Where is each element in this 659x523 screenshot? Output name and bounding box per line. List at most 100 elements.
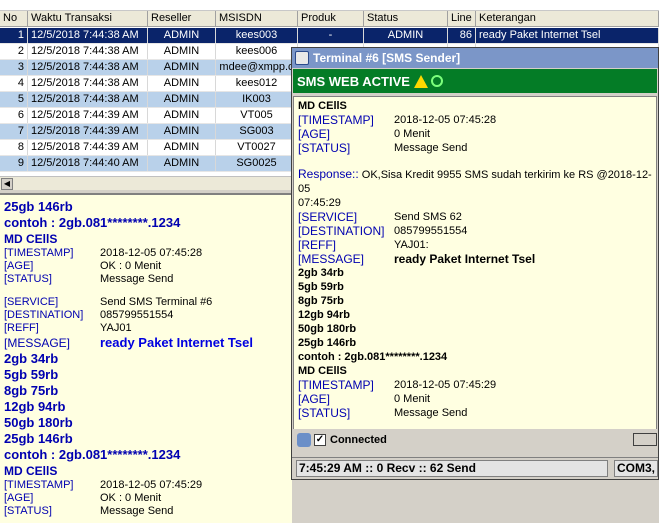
column-header-reseller[interactable]: Reseller (148, 11, 216, 27)
log-timestamp-row: [TIMESTAMP] 2018-12-05 07:45:28 (4, 247, 288, 260)
package-line: contoh : 2gb.081********.1234 (4, 447, 181, 462)
cell-reseller: ADMIN (148, 76, 216, 91)
terminal-age-row: [AGE] 0 Menit (298, 127, 652, 141)
cell-waktu: 12/5/2018 7:44:39 AM (28, 108, 148, 123)
status-label: [STATUS] (4, 273, 52, 285)
age-label: [AGE] (4, 260, 34, 272)
package-line: 2gb 34rb (4, 351, 59, 366)
log-message-row: [MESSAGE] ready Paket Internet Tsel (4, 335, 288, 351)
timestamp-value: 2018-12-05 07:45:29 (394, 379, 497, 391)
banner-text: SMS WEB ACTIVE (297, 73, 410, 89)
terminal-destination-row: [DESTINATION] 085799551554 (298, 224, 652, 238)
column-header-keterangan[interactable]: Keterangan (476, 11, 659, 27)
connection-plug-icon (297, 433, 311, 447)
table-row[interactable]: 1 12/5/2018 7:44:38 AM ADMIN kees003 - A… (0, 28, 659, 44)
destination-value: 085799551554 (100, 309, 174, 321)
terminal-response-cont: 07:45:29 (298, 197, 341, 209)
cell-reseller: ADMIN (148, 108, 216, 123)
terminal-timestamp-row: [TIMESTAMP] 2018-12-05 07:45:29 (298, 378, 652, 392)
column-header-line[interactable]: Line (448, 11, 476, 27)
refresh-icon[interactable] (430, 75, 443, 87)
status-value: Message Send (394, 142, 468, 154)
terminal-status-bar: 7:45:29 AM :: 0 Recv :: 62 Send COM3, 9 (292, 457, 658, 479)
timestamp-label: [TIMESTAMP] (298, 113, 374, 127)
message-log[interactable]: 25gb 146rb contoh : 2gb.081********.1234… (0, 193, 292, 523)
reff-value: YAJ01: (394, 239, 429, 251)
cell-waktu: 12/5/2018 7:44:39 AM (28, 124, 148, 139)
message-label: [MESSAGE] (298, 252, 365, 266)
cell-waktu: 12/5/2018 7:44:38 AM (28, 44, 148, 59)
age-label: [AGE] (298, 127, 331, 141)
log-md-title: MD CEllS (4, 464, 58, 478)
package-line: 5gb 59rb (4, 367, 59, 382)
terminal-md-title: MD CEllS (298, 365, 347, 377)
connection-bar: ✓ Connected (293, 429, 657, 451)
age-value: 0 Menit (394, 393, 431, 405)
log-service-row: [SERVICE] Send SMS Terminal #6 (4, 296, 288, 309)
package-line: 12gb 94rb (4, 399, 66, 414)
destination-value: 085799551554 (394, 225, 468, 237)
cell-status: ADMIN (364, 28, 448, 43)
terminal-window: Terminal #6 [SMS Sender] SMS WEB ACTIVE … (291, 47, 659, 480)
log-age-row: [AGE] OK : 0 Menit (4, 260, 288, 273)
cell-reseller: ADMIN (148, 44, 216, 59)
service-value: Send SMS 62 (394, 211, 462, 223)
terminal-status-row: [STATUS] Message Send (298, 406, 652, 420)
service-value: Send SMS Terminal #6 (100, 296, 213, 308)
status-value: Message Send (100, 505, 174, 517)
cell-no: 5 (0, 92, 28, 107)
age-label: [AGE] (298, 392, 331, 406)
terminal-log[interactable]: MD CEllS [TIMESTAMP] 2018-12-05 07:45:28 … (293, 96, 657, 448)
package-line: 2gb 34rb (298, 267, 344, 279)
reff-label: [REFF] (298, 238, 336, 252)
column-header-produk[interactable]: Produk (298, 11, 364, 27)
response-label: Response:: (298, 167, 359, 181)
timestamp-value: 2018-12-05 07:45:29 (100, 479, 203, 491)
sms-web-banner: SMS WEB ACTIVE (293, 69, 657, 93)
column-header-waktu[interactable]: Waktu Transaksi (28, 11, 148, 27)
log-md-title: MD CEllS (4, 232, 58, 246)
column-header-status[interactable]: Status (364, 11, 448, 27)
destination-label: [DESTINATION] (4, 309, 84, 321)
cell-line: 86 (448, 28, 476, 43)
cell-msisdn: kees003 (216, 28, 298, 43)
status-value: Message Send (100, 273, 174, 285)
terminal-title-bar[interactable]: Terminal #6 [SMS Sender] (292, 48, 658, 68)
message-value: ready Paket Internet Tsel (394, 252, 536, 266)
column-header-no[interactable]: No (0, 11, 28, 27)
destination-label: [DESTINATION] (298, 224, 385, 238)
service-label: [SERVICE] (4, 296, 59, 308)
log-timestamp-row: [TIMESTAMP] 2018-12-05 07:45:29 (4, 479, 288, 492)
reff-label: [REFF] (4, 322, 39, 334)
log-reff-row: [REFF] YAJ01 (4, 322, 288, 335)
cell-produk: - (298, 28, 364, 43)
cell-reseller: ADMIN (148, 28, 216, 43)
terminal-response: Response:: OK,Sisa Kredit 9955 SMS sudah… (298, 167, 652, 196)
cell-no: 3 (0, 60, 28, 75)
cell-msisdn: kees012 (216, 76, 298, 91)
cell-msisdn: VT0027 (216, 140, 298, 155)
package-line: 5gb 59rb (298, 281, 344, 293)
scroll-left-icon[interactable]: ◀ (1, 178, 13, 190)
log-line: 25gb 146rb (4, 199, 73, 214)
grid-top-strip (0, 0, 659, 11)
terminal-message-row: [MESSAGE] ready Paket Internet Tsel (298, 252, 652, 266)
age-value: 0 Menit (394, 128, 431, 140)
status-port: COM3, 9 (614, 460, 658, 477)
message-value: ready Paket Internet Tsel (100, 335, 253, 350)
package-line: contoh : 2gb.081********.1234 (298, 351, 448, 363)
cell-no: 1 (0, 28, 28, 43)
column-header-msisdn[interactable]: MSISDN (216, 11, 298, 27)
log-age-row: [AGE] OK : 0 Menit (4, 492, 288, 505)
grid-header: No Waktu Transaksi Reseller MSISDN Produ… (0, 11, 659, 27)
cell-msisdn: VT005 (216, 108, 298, 123)
reff-value: YAJ01 (100, 322, 132, 334)
message-label: [MESSAGE] (4, 336, 71, 350)
cell-reseller: ADMIN (148, 124, 216, 139)
timestamp-label: [TIMESTAMP] (4, 247, 74, 259)
cell-waktu: 12/5/2018 7:44:38 AM (28, 76, 148, 91)
terminal-age-row: [AGE] 0 Menit (298, 392, 652, 406)
cell-no: 2 (0, 44, 28, 59)
connected-checkbox[interactable]: ✓ (314, 434, 326, 446)
terminal-app-icon (295, 51, 309, 65)
